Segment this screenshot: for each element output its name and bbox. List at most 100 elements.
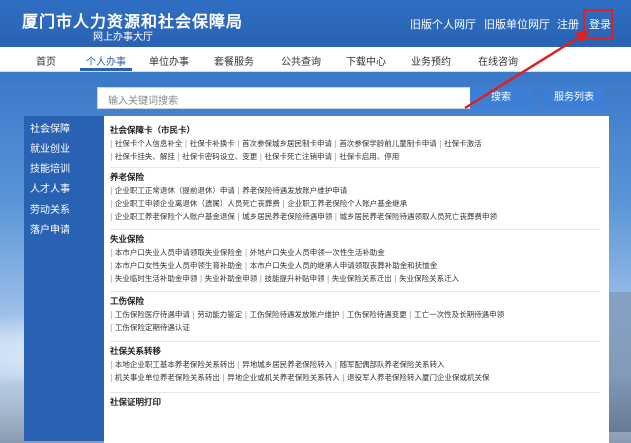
service-link[interactable]: 企业职工正常退休（提前退休）申请 (115, 186, 235, 195)
service-line: | 社保卡个人信息补全 | 社保卡补换卡 | 首次参保城乡居民制卡申请 | 首次… (110, 138, 482, 149)
separator: | (332, 212, 340, 221)
old-unit-hall-link[interactable]: 旧版单位网厅 (484, 16, 550, 32)
service-link[interactable]: 工伤保险定期待遇认证 (115, 323, 190, 332)
service-line: | 企业职工养老保险个人账户基金退保 | 城乡居民养老保险待遇申领 | 城乡居民… (110, 211, 497, 222)
sidebar-item-settlement[interactable]: 落户申请 (30, 221, 70, 236)
section-title: 社保关系转移 (110, 347, 162, 357)
sidebar-item-talent[interactable]: 人才人事 (30, 180, 70, 195)
nav-unit[interactable]: 单位办事 (149, 53, 189, 68)
service-link[interactable]: 城乡居民养老保险待遇申领 (242, 212, 332, 221)
separator: | (257, 152, 265, 161)
service-link[interactable]: 本市户口失业人员申请领取失业保险金 (115, 248, 243, 257)
service-section: 工伤保险 | 工伤保险医疗待遇申请 | 劳动能力鉴定 | 工伤保险待遇发放账户维… (110, 295, 504, 333)
service-line: | 工伤保险医疗待遇申请 | 劳动能力鉴定 | 工伤保险待遇发放账户维护 | 工… (110, 309, 504, 320)
service-link[interactable]: 企业职工养老保险个人账户基金继承 (287, 199, 407, 208)
service-line: | 本地企业职工基本养老保险关系转出 | 异地城乡居民养老保险转入 | 随军配偶… (110, 359, 490, 370)
service-link[interactable]: 失业临时生活补助金申领 (115, 274, 198, 283)
service-line: | 工伤保险定期待遇认证 (110, 322, 504, 333)
section-title: 养老保险 (110, 173, 145, 183)
service-link[interactable]: 首次参保城乡居民制卡申请 (242, 139, 332, 148)
separator: | (242, 248, 250, 257)
service-section: 失业保险 | 本市户口失业人员申请领取失业保险金 | 外地户口失业人员申领一次性… (110, 233, 459, 284)
service-link[interactable]: 外地户口失业人员申领一次性生活补助金 (250, 248, 385, 257)
service-link[interactable]: 失业保险关系迁入 (399, 274, 459, 283)
separator: | (436, 139, 445, 148)
section-title: 社保证明打印 (110, 398, 162, 408)
separator: | (406, 310, 415, 319)
service-link[interactable]: 本地企业职工基本养老保险关系转出 (115, 360, 235, 369)
section-divider (110, 291, 600, 292)
separator: | (242, 261, 250, 270)
service-link[interactable]: 社保卡启用、停用 (339, 152, 399, 161)
service-link[interactable]: 企业职工养老保险个人账户基金退保 (115, 212, 235, 221)
search-input[interactable]: 输入关键词搜索 (97, 87, 475, 109)
site-subtitle: 网上办事大厅 (93, 32, 153, 43)
separator: | (339, 373, 348, 382)
nav-personal[interactable]: 个人办事 (86, 53, 126, 68)
service-line: | 社保卡挂失、解挂 | 社保卡密码设立、变更 | 社保卡死亡注销申请 | 社保… (110, 151, 482, 162)
register-link[interactable]: 注册 (557, 16, 579, 32)
nav-appointment[interactable]: 业务预约 (411, 53, 451, 68)
separator: | (182, 139, 190, 148)
service-link[interactable]: 社保卡挂失、解挂 (115, 152, 175, 161)
service-section: 社保关系转移 | 本地企业职工基本养老保险关系转出 | 异地城乡居民养老保险转入… (110, 345, 490, 383)
login-highlight-box (583, 9, 613, 39)
service-link[interactable]: 技能提升补贴申领 (265, 274, 325, 283)
separator: | (257, 274, 265, 283)
service-link[interactable]: 劳动能力鉴定 (197, 310, 242, 319)
old-personal-hall-link[interactable]: 旧版个人网厅 (410, 16, 476, 32)
service-link[interactable]: 工亡一次性及长期待遇申领 (414, 310, 504, 319)
service-line: | 机关事业单位养老保险关系转出 | 异地企业或机关养老保险关系转入 | 退役军… (110, 372, 490, 383)
separator: | (339, 310, 347, 319)
service-link[interactable]: 社保卡补换卡 (190, 139, 235, 148)
sidebar-item-skills[interactable]: 技能培训 (30, 160, 70, 175)
service-line: | 失业临时生活补助金申领 | 失业补助金申领 | 技能提升补贴申领 | 失业保… (110, 273, 459, 284)
service-link[interactable]: 社保卡激活 (444, 139, 482, 148)
section-divider (110, 167, 600, 168)
service-link[interactable]: 异地企业或机关养老保险关系转入 (227, 373, 340, 382)
main-nav: 首页 个人办事 单位办事 套餐服务 公共查询 下载中心 业务预约 在线咨询 (0, 47, 631, 72)
service-link[interactable]: 工伤保险待遇发放账户维护 (250, 310, 340, 319)
separator: | (234, 139, 243, 148)
service-list-button[interactable]: 服务列表 (544, 87, 604, 109)
service-link[interactable]: 随军配偶部队养老保险关系转入 (340, 360, 445, 369)
service-line: | 本市户口失业人员申请领取失业保险金 | 外地户口失业人员申领一次性生活补助金 (110, 247, 459, 258)
service-link[interactable]: 社保卡死亡注销申请 (265, 152, 333, 161)
service-link[interactable]: 工伤保险待遇变更 (347, 310, 407, 319)
separator: | (197, 274, 205, 283)
sidebar-item-labor[interactable]: 劳动关系 (30, 201, 70, 216)
nav-package[interactable]: 套餐服务 (214, 53, 254, 68)
sidebar-item-employment[interactable]: 就业创业 (30, 140, 70, 155)
sidebar-item-social-security[interactable]: 社会保障 (30, 120, 70, 135)
service-link[interactable]: 城乡居民养老保险待遇领取人员死亡丧葬费申领 (340, 212, 498, 221)
section-title: 社会保障卡（市民卡） (110, 126, 196, 136)
section-divider (110, 341, 600, 342)
service-line: | 本市户口女性失业人员申领生育补助金 | 本市户口失业人员的继承人申请领取丧葬… (110, 260, 459, 271)
section-title: 工伤保险 (110, 297, 145, 307)
service-line: | 企业职工申领企业离退休（遗属）人员死亡丧葬费 | 企业职工养老保险个人账户基… (110, 198, 497, 209)
service-section: 养老保险 | 企业职工正常退休（提前退休）申请 | 养老保险待遇发放账户维护申请… (110, 171, 497, 222)
service-link[interactable]: 社保卡密码设立、变更 (182, 152, 257, 161)
section-divider (110, 392, 600, 393)
nav-download[interactable]: 下载中心 (346, 53, 386, 68)
service-link[interactable]: 本市户口女性失业人员申领生育补助金 (115, 261, 243, 270)
service-link[interactable]: 社保卡个人信息补全 (115, 139, 183, 148)
search-button[interactable]: 搜索 (470, 87, 532, 109)
nav-online-consult[interactable]: 在线咨询 (478, 53, 518, 68)
service-link[interactable]: 本市户口失业人员的继承人申请领取丧葬补助金和抚恤金 (250, 261, 438, 270)
service-link[interactable]: 失业补助金申领 (205, 274, 258, 283)
service-link[interactable]: 企业职工申领企业离退休（遗属）人员死亡丧葬费 (115, 199, 280, 208)
service-line: | 企业职工正常退休（提前退休）申请 | 养老保险待遇发放账户维护申请 (110, 185, 497, 196)
category-sidebar: 社会保障 就业创业 技能培训 人才人事 劳动关系 落户申请 (24, 116, 104, 441)
nav-public-query[interactable]: 公共查询 (281, 53, 321, 68)
service-link[interactable]: 首次参保学龄前儿童制卡申请 (339, 139, 437, 148)
separator: | (332, 360, 340, 369)
separator: | (391, 274, 400, 283)
nav-home[interactable]: 首页 (36, 53, 56, 68)
service-link[interactable]: 失业保险关系迁出 (332, 274, 392, 283)
service-link[interactable]: 异地城乡居民养老保险转入 (242, 360, 332, 369)
service-link[interactable]: 机关事业单位养老保险关系转出 (115, 373, 220, 382)
service-link[interactable]: 退役军人养老保险转入厦门企业保或机关保 (347, 373, 490, 382)
service-link[interactable]: 工伤保险医疗待遇申请 (115, 310, 190, 319)
service-link[interactable]: 养老保险待遇发放账户维护申请 (242, 186, 347, 195)
